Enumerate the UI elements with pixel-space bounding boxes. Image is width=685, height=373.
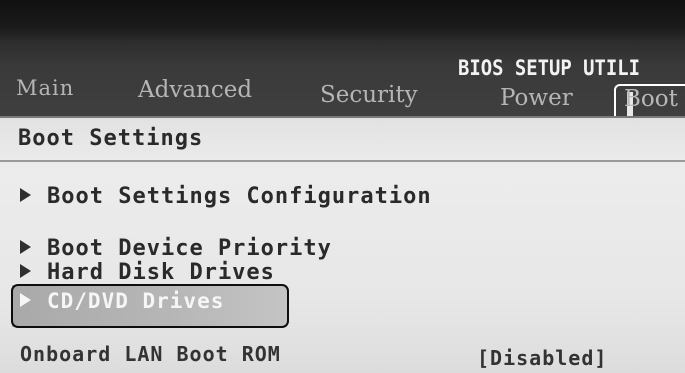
- monitor-bezel: [0, 0, 685, 40]
- menu-item-hard-disk-drives[interactable]: Hard Disk Drives: [20, 260, 275, 285]
- onboard-lan-boot-rom-label[interactable]: Onboard LAN Boot ROM: [20, 342, 281, 366]
- triangle-right-icon: [20, 264, 31, 278]
- cd-dvd-drives-annotation-outline: [11, 284, 289, 328]
- menu-item-boot-device-priority[interactable]: Boot Device Priority: [20, 236, 332, 261]
- menu-item-label: Hard Disk Drives: [47, 260, 275, 285]
- tab-power[interactable]: Power: [500, 85, 573, 111]
- section-title: Boot Settings: [18, 126, 204, 151]
- tab-main[interactable]: Main: [16, 76, 74, 100]
- menu-item-boot-settings-configuration[interactable]: Boot Settings Configuration: [20, 184, 432, 209]
- bios-screen: BIOS SETUP UTILI Main Advanced Security …: [0, 0, 685, 373]
- triangle-right-icon: [20, 188, 31, 202]
- triangle-right-icon: [20, 240, 31, 254]
- bios-title: BIOS SETUP UTILI: [458, 56, 641, 80]
- tab-advanced[interactable]: Advanced: [138, 77, 252, 103]
- tab-security[interactable]: Security: [320, 82, 418, 108]
- menu-item-label: Boot Device Priority: [47, 236, 332, 261]
- menu-item-label: Boot Settings Configuration: [47, 184, 432, 209]
- onboard-lan-boot-rom-value[interactable]: [Disabled]: [477, 346, 607, 370]
- section-divider: [0, 160, 685, 162]
